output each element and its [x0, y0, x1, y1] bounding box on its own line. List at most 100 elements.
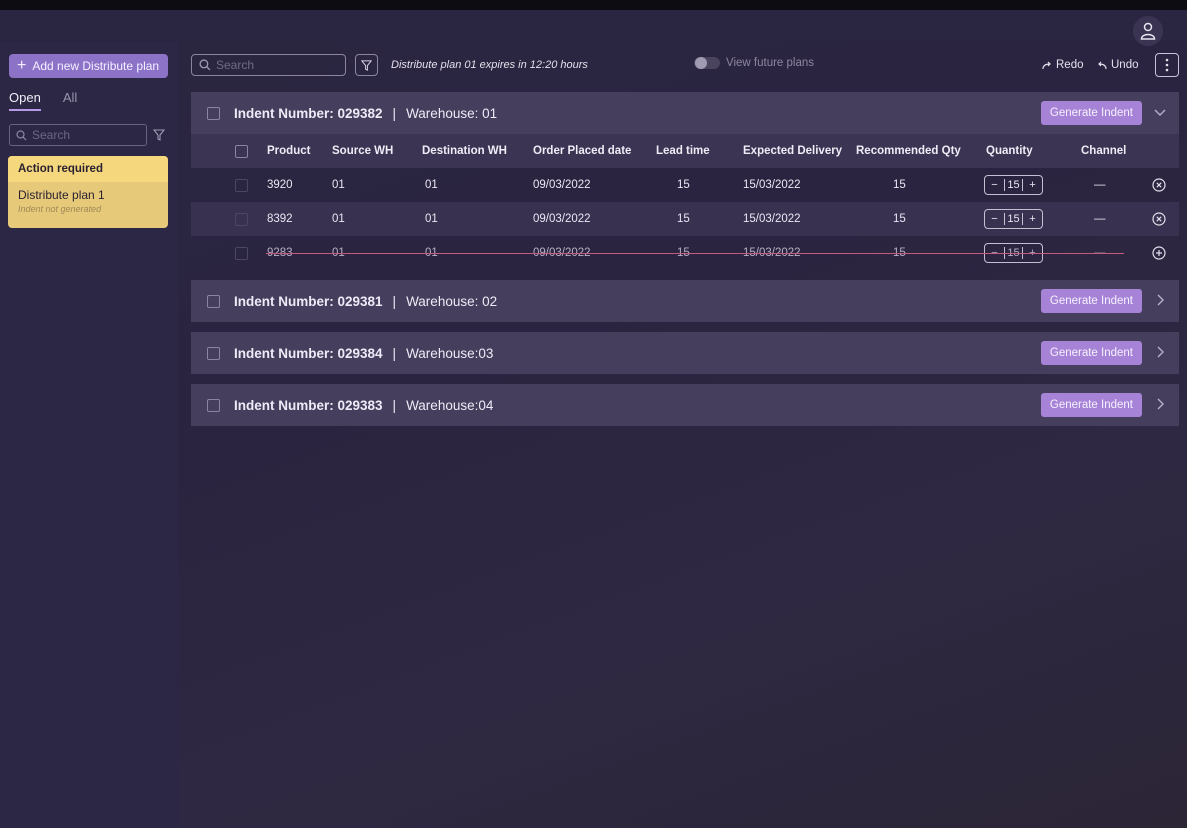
- filter-icon: [152, 129, 166, 141]
- table-row-removed[interactable]: 9283 01 01 09/03/2022 15 15/03/2022 15 −…: [191, 236, 1179, 270]
- quantity-stepper[interactable]: −15+: [984, 202, 1043, 236]
- table-header: Product Source WH Destination WH Order P…: [191, 134, 1179, 168]
- action-required-card[interactable]: Action required Distribute plan 1 Indent…: [8, 156, 168, 228]
- separator: |: [392, 105, 397, 121]
- select-all-checkbox[interactable]: [235, 144, 248, 158]
- cell-recommended: 15: [893, 179, 906, 191]
- indent-header[interactable]: Indent Number: 029384 | Warehouse:03 Gen…: [191, 332, 1179, 374]
- indent-number: Indent Number: 029384: [234, 345, 383, 361]
- search-icon: [16, 129, 27, 140]
- remove-row-button[interactable]: [1152, 168, 1166, 202]
- tab-all[interactable]: All: [63, 90, 77, 111]
- cell-lead-time: 15: [677, 179, 690, 191]
- action-card-title: Distribute plan 1: [18, 188, 105, 202]
- increment-button[interactable]: +: [1023, 213, 1042, 225]
- strikethrough-line: [266, 253, 1124, 254]
- toggle-label: View future plans: [726, 57, 815, 69]
- remove-circle-icon: [1152, 178, 1166, 192]
- filter-icon: [361, 59, 372, 71]
- remove-row-button[interactable]: [1152, 202, 1166, 236]
- decrement-button[interactable]: −: [985, 179, 1004, 191]
- decrement-button[interactable]: −: [985, 213, 1004, 225]
- indent-checkbox[interactable]: [207, 294, 220, 308]
- col-recommended-qty: Recommended Qty: [856, 145, 961, 157]
- redo-icon: [1042, 61, 1051, 69]
- col-lead-time: Lead time: [656, 145, 710, 157]
- separator: |: [392, 345, 397, 361]
- cell-product: 8392: [267, 213, 293, 225]
- quantity-value[interactable]: 15: [1004, 179, 1023, 191]
- kebab-icon: [1165, 58, 1169, 72]
- chevron-right-icon[interactable]: [1153, 345, 1167, 359]
- chevron-down-icon[interactable]: [1153, 105, 1167, 119]
- user-avatar[interactable]: [1133, 16, 1163, 46]
- indent-header[interactable]: Indent Number: 029383 | Warehouse:04 Gen…: [191, 384, 1179, 426]
- cell-destination: 01: [425, 213, 438, 225]
- main-filter-button[interactable]: [355, 54, 378, 76]
- chevron-right-icon[interactable]: [1153, 293, 1167, 307]
- row-checkbox[interactable]: [235, 178, 248, 192]
- generate-indent-button[interactable]: Generate Indent: [1040, 393, 1142, 417]
- indent-checkbox[interactable]: [207, 346, 220, 360]
- cell-order-date: 09/03/2022: [533, 213, 591, 225]
- search-icon: [199, 59, 211, 71]
- cell-destination: 01: [425, 179, 438, 191]
- quantity-stepper[interactable]: −15+: [984, 168, 1043, 202]
- generate-indent-button[interactable]: Generate Indent: [1040, 289, 1142, 313]
- indent-checkbox[interactable]: [207, 106, 220, 120]
- add-distribute-plan-button[interactable]: + Add new Distribute plan: [9, 54, 168, 78]
- remove-circle-icon: [1152, 212, 1166, 226]
- sidebar-tabs: Open All: [9, 90, 77, 111]
- cell-product: 3920: [267, 179, 293, 191]
- toggle-switch[interactable]: [694, 57, 720, 69]
- indent-warehouse: Warehouse:03: [406, 345, 494, 361]
- indent-header[interactable]: Indent Number: 029381 | Warehouse: 02 Ge…: [191, 280, 1179, 322]
- plus-icon: +: [17, 57, 27, 74]
- indent-warehouse: Warehouse: 01: [406, 105, 498, 121]
- cell-lead-time: 15: [677, 213, 690, 225]
- cell-delivery: 15/03/2022: [743, 213, 801, 225]
- redo-button[interactable]: Redo: [1042, 59, 1084, 71]
- sidebar: + Add new Distribute plan Open All Searc…: [0, 42, 178, 828]
- indent-number: Indent Number: 029382: [234, 105, 383, 121]
- generate-indent-button[interactable]: Generate Indent: [1040, 341, 1142, 365]
- increment-button[interactable]: +: [1023, 179, 1042, 191]
- more-options-button[interactable]: [1155, 53, 1179, 77]
- cell-source: 01: [332, 179, 345, 191]
- top-bar: [0, 10, 1187, 46]
- col-destination-wh: Destination WH: [422, 145, 507, 157]
- table-row[interactable]: 3920 01 01 09/03/2022 15 15/03/2022 15 −…: [191, 168, 1179, 202]
- table-row[interactable]: 8392 01 01 09/03/2022 15 15/03/2022 15 −…: [191, 202, 1179, 236]
- undo-button[interactable]: Undo: [1097, 59, 1139, 71]
- restore-row-button[interactable]: [1152, 236, 1166, 270]
- redo-label: Redo: [1056, 59, 1084, 71]
- user-icon: [1140, 22, 1156, 40]
- sidebar-filter-button[interactable]: [152, 128, 166, 146]
- tab-open[interactable]: Open: [9, 90, 41, 111]
- col-quantity: Quantity: [986, 145, 1033, 157]
- chevron-right-icon[interactable]: [1153, 397, 1167, 411]
- indent-checkbox[interactable]: [207, 398, 220, 412]
- quantity-value[interactable]: 15: [1004, 213, 1023, 225]
- add-circle-icon: [1152, 246, 1166, 260]
- action-card-subtitle: Indent not generated: [18, 204, 102, 214]
- view-future-plans-toggle[interactable]: View future plans: [694, 57, 814, 69]
- indent-warehouse: Warehouse:04: [406, 397, 494, 413]
- main-search-input[interactable]: Search: [191, 54, 346, 76]
- generate-indent-button[interactable]: Generate Indent: [1040, 101, 1142, 125]
- cell-order-date: 09/03/2022: [533, 179, 591, 191]
- sidebar-search-input[interactable]: Search: [9, 124, 147, 146]
- indent-header[interactable]: Indent Number: 029382 | Warehouse: 01 Ge…: [191, 92, 1179, 134]
- undo-icon: [1098, 61, 1107, 69]
- col-product: Product: [267, 145, 311, 157]
- window-top-strip: [0, 0, 1187, 10]
- undo-label: Undo: [1111, 59, 1139, 71]
- separator: |: [392, 293, 397, 309]
- col-channel: Channel: [1081, 145, 1127, 157]
- col-expected-delivery: Expected Delivery: [743, 145, 843, 157]
- plan-expiry-text: Distribute plan 01 expires in 12:20 hour…: [391, 59, 588, 71]
- col-source-wh: Source WH: [332, 145, 394, 157]
- row-checkbox[interactable]: [235, 212, 248, 226]
- row-checkbox[interactable]: [235, 246, 248, 260]
- cell-source: 01: [332, 213, 345, 225]
